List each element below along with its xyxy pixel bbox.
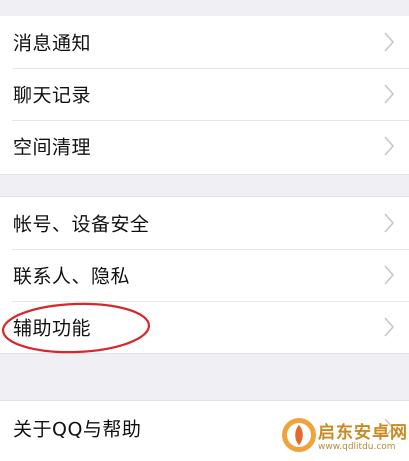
settings-item-about-help[interactable]: 关于QQ与帮助	[0, 401, 409, 455]
settings-item-contacts-privacy[interactable]: 联系人、隐私	[0, 249, 409, 301]
settings-item-storage-cleanup[interactable]: 空间清理	[0, 120, 409, 172]
settings-item-chat-history[interactable]: 聊天记录	[0, 68, 409, 120]
settings-item-label: 聊天记录	[13, 84, 92, 107]
chevron-right-icon	[384, 136, 395, 156]
settings-item-label: 空间清理	[13, 136, 92, 159]
settings-item-label: 帐号、设备安全	[13, 213, 150, 236]
settings-item-label: 消息通知	[13, 32, 92, 55]
chevron-right-icon	[384, 317, 395, 337]
settings-group-about: 关于QQ与帮助	[0, 400, 409, 461]
chevron-right-icon	[384, 84, 395, 104]
settings-item-account-security[interactable]: 帐号、设备安全	[0, 197, 409, 249]
settings-item-notifications[interactable]: 消息通知	[0, 16, 409, 68]
settings-group-general: 消息通知 聊天记录 空间清理	[0, 16, 409, 175]
settings-item-accessibility[interactable]: 辅助功能	[0, 301, 409, 353]
chevron-right-icon	[384, 418, 395, 438]
chevron-right-icon	[384, 265, 395, 285]
settings-item-label: 关于QQ与帮助	[13, 418, 142, 441]
settings-item-label: 联系人、隐私	[13, 265, 131, 288]
chevron-right-icon	[384, 32, 395, 52]
settings-group-account: 帐号、设备安全 联系人、隐私 辅助功能	[0, 196, 409, 354]
chevron-right-icon	[384, 213, 395, 233]
settings-item-label: 辅助功能	[13, 317, 92, 340]
